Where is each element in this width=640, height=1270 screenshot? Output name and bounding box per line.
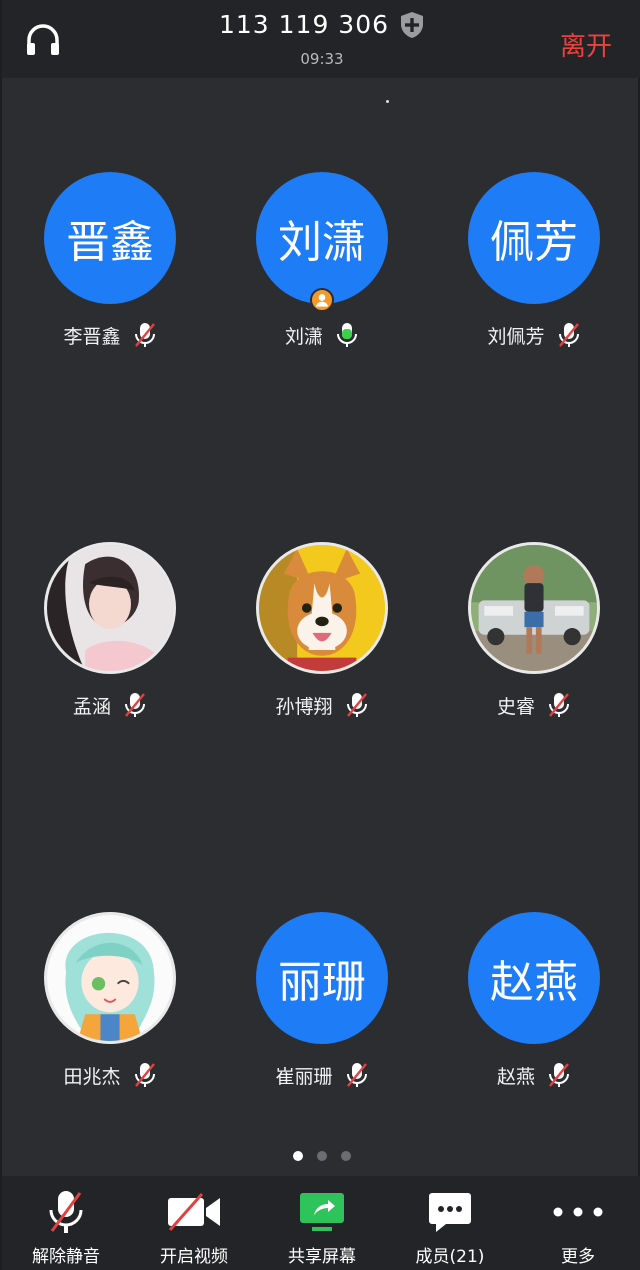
mic-muted-icon bbox=[134, 323, 155, 347]
page-dot[interactable] bbox=[317, 1151, 327, 1161]
share-screen-label: 共享屏幕 bbox=[288, 1247, 356, 1267]
shield-plus-icon[interactable] bbox=[399, 11, 425, 39]
members-label: 成员(21) bbox=[415, 1247, 485, 1267]
meeting-id-row: 113 119 306 bbox=[2, 10, 640, 39]
avatar: 刘潇 bbox=[256, 172, 388, 312]
participant-name: 刘佩芳 bbox=[487, 325, 545, 348]
participant-tile[interactable]: 刘潇 刘潇 bbox=[232, 172, 412, 350]
participant-name: 田兆杰 bbox=[63, 1065, 121, 1088]
bottom-toolbar: 解除静音 开启视频 共享屏幕 成员(21) 更多 bbox=[2, 1176, 640, 1270]
mic-muted-icon bbox=[346, 1063, 367, 1087]
unmute-label: 解除静音 bbox=[32, 1247, 100, 1267]
avatar: 赵燕 bbox=[468, 912, 600, 1044]
unmute-button[interactable]: 解除静音 bbox=[2, 1176, 130, 1270]
participant-tile[interactable]: 丽珊 崔丽珊 bbox=[232, 912, 412, 1090]
participant-tile[interactable]: 田兆杰 bbox=[20, 912, 200, 1090]
members-button[interactable]: 成员(21) bbox=[386, 1176, 514, 1270]
mic-muted-icon bbox=[558, 323, 579, 347]
avatar-initials: 佩芳 bbox=[490, 217, 578, 268]
meeting-screen: 113 119 306 09:33 离开 晋鑫 李晋鑫 刘潇 刘潇 佩芳 刘佩芳… bbox=[0, 0, 640, 1270]
mic-muted-icon bbox=[346, 693, 367, 717]
mic-muted-icon bbox=[549, 693, 569, 717]
participant-tile[interactable]: 孟涵 bbox=[20, 542, 200, 720]
avatar: 晋鑫 bbox=[44, 172, 176, 304]
mic-muted-icon bbox=[549, 1063, 569, 1087]
chat-bubble-icon bbox=[429, 1193, 471, 1232]
share-screen-icon bbox=[300, 1193, 344, 1231]
participant-tile[interactable]: 晋鑫 李晋鑫 bbox=[20, 172, 200, 350]
avatar-initials: 晋鑫 bbox=[66, 217, 154, 268]
avatar: 丽珊 bbox=[256, 912, 388, 1044]
meeting-id: 113 119 306 bbox=[218, 10, 390, 39]
share-screen-button[interactable]: 共享屏幕 bbox=[258, 1176, 386, 1270]
more-label: 更多 bbox=[561, 1247, 595, 1267]
participant-name: 崔丽珊 bbox=[275, 1065, 333, 1088]
participant-name: 孟涵 bbox=[72, 695, 111, 718]
mic-muted-icon bbox=[125, 693, 145, 717]
avatar-initials: 刘潇 bbox=[278, 217, 366, 268]
avatar-initials: 丽珊 bbox=[278, 957, 366, 1008]
indicator-dot bbox=[386, 100, 389, 103]
mic-muted-icon bbox=[134, 1063, 155, 1087]
start-video-button[interactable]: 开启视频 bbox=[130, 1176, 258, 1270]
meeting-time: 09:33 bbox=[300, 50, 344, 68]
participant-name: 李晋鑫 bbox=[63, 325, 121, 348]
more-button[interactable]: 更多 bbox=[514, 1176, 640, 1270]
leave-button[interactable]: 离开 bbox=[560, 26, 612, 63]
avatar-photo-man-car bbox=[468, 542, 600, 674]
participant-tile[interactable]: 佩芳 刘佩芳 bbox=[444, 172, 624, 350]
participant-name: 孙博翔 bbox=[275, 695, 333, 718]
participant-tile[interactable]: 赵燕 赵燕 bbox=[444, 912, 624, 1090]
top-bar: 113 119 306 09:33 离开 bbox=[2, 0, 640, 78]
avatar-photo-woman bbox=[44, 542, 176, 674]
participant-tile[interactable]: 孙博翔 bbox=[232, 542, 412, 720]
avatar: 佩芳 bbox=[468, 172, 600, 304]
video-off-icon bbox=[168, 1193, 220, 1231]
page-dot[interactable] bbox=[341, 1151, 351, 1161]
participant-name: 刘潇 bbox=[284, 325, 323, 348]
page-dot[interactable] bbox=[293, 1151, 303, 1161]
avatar-photo-anime bbox=[44, 912, 176, 1044]
more-dots-icon bbox=[553, 1207, 603, 1217]
start-video-label: 开启视频 bbox=[160, 1247, 228, 1267]
page-indicator[interactable] bbox=[2, 1151, 640, 1161]
participant-name: 史睿 bbox=[496, 695, 535, 718]
participant-tile[interactable]: 史睿 bbox=[444, 542, 624, 720]
mic-muted-icon bbox=[49, 1191, 83, 1233]
participant-name: 赵燕 bbox=[496, 1065, 535, 1088]
avatar-initials: 赵燕 bbox=[490, 957, 578, 1008]
host-badge-icon bbox=[310, 288, 334, 312]
avatar-photo-corgi bbox=[256, 542, 388, 674]
mic-active-icon bbox=[337, 323, 357, 347]
